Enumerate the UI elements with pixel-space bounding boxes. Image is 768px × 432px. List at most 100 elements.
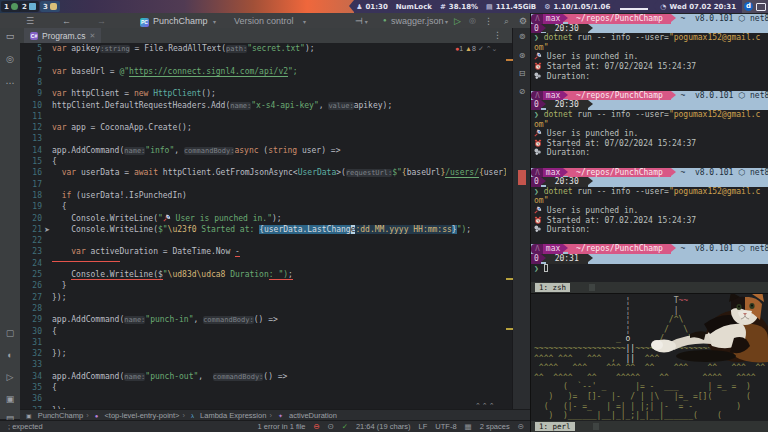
build-tool-icon[interactable]: ▢ bbox=[4, 328, 16, 338]
error-summary[interactable]: 1 error in 1 file bbox=[258, 422, 306, 431]
scroll-mark-warning-1 bbox=[506, 59, 513, 61]
search-icon[interactable]: ⌕ bbox=[504, 16, 509, 27]
code-line-30: 30{ bbox=[20, 326, 506, 337]
ide-status-bar: ; expected 1 error in 1 file ⊖ ʘ ✓ 21:64… bbox=[0, 420, 530, 432]
output-punched-in: User is punched in. bbox=[531, 206, 768, 216]
file-encoding[interactable]: UTF-8 bbox=[435, 422, 456, 431]
commit-tool-icon[interactable]: ◎ bbox=[4, 54, 16, 64]
database-icon[interactable]: ⊟ bbox=[516, 69, 528, 78]
lock-icon[interactable]: ⊝ bbox=[518, 422, 524, 431]
shell-command: ❯ dotnet run -- info --user="pogumax152@… bbox=[531, 33, 768, 43]
zsh-prompt-line2: 0 20:30 bbox=[531, 100, 768, 110]
workspace-1[interactable]: 1 bbox=[1, 1, 21, 12]
checks-ok-icon: ✓ bbox=[342, 422, 348, 431]
rocket-emoji-icon bbox=[534, 206, 542, 214]
run-button[interactable]: ▷ bbox=[454, 16, 461, 26]
editor-icon bbox=[50, 3, 57, 10]
back-icon[interactable]: ← bbox=[62, 16, 71, 26]
ide-toolbar: ☰ ← → PC PunchChamp▾ Version control▾ ⊣▾… bbox=[0, 13, 530, 28]
tab-program-cs[interactable]: C# Program.cs ✕ bbox=[24, 28, 101, 43]
terminal-perl[interactable]: ¦ T~~ ¦ | ¦ /^\ ¦ / \ _ o / \~~~~~~~~~~~… bbox=[531, 294, 768, 421]
problems-tool-icon[interactable]: ◐ bbox=[4, 350, 16, 360]
code-line-16: 16 var userData = await httpClient.GetFr… bbox=[20, 167, 506, 178]
code-line-13: 13 bbox=[20, 133, 506, 144]
code-line-24: 24 bbox=[20, 258, 506, 269]
code-line-18: 18 if (userData!.IsPunchedIn) bbox=[20, 190, 506, 201]
code-line-25: 25 Console.WriteLine($"\ud83d\udca8 Dura… bbox=[20, 269, 506, 280]
tray-display-icon[interactable] bbox=[756, 3, 766, 11]
more-actions-icon[interactable]: ⋮ bbox=[484, 16, 493, 26]
project-selector[interactable]: PunchChamp bbox=[153, 16, 208, 26]
error-underline-line24 bbox=[52, 261, 120, 262]
line-separator[interactable]: LF bbox=[419, 422, 428, 431]
zsh-prompt-line2: 0 20:31 bbox=[531, 254, 768, 264]
code-editor[interactable]: 5var apikey:string = File.ReadAllText(pa… bbox=[20, 43, 506, 409]
settings-gear-icon[interactable]: ⚙ bbox=[519, 16, 527, 26]
code-line-9: 9var httpClient = new HttpClient(); bbox=[20, 88, 506, 99]
breadcrumb-0[interactable]: PunchChamp bbox=[38, 411, 83, 420]
notifications-bell-icon[interactable]: ⊚ bbox=[516, 32, 528, 41]
monitor-icon bbox=[29, 3, 36, 10]
run-config-selector[interactable]: swagger.json bbox=[391, 16, 444, 26]
ascii-art-row-9: ( `--' _ |= - ___ | =_ = ) bbox=[534, 382, 768, 392]
editor-tab-bar: C# Program.cs ✕ ⋮ bbox=[20, 28, 512, 43]
zsh-prompt-line1: Λmax ~/repos/PunchChamp ~ v8.0.101 ⬡ net… bbox=[531, 91, 768, 101]
breadcrumb-3[interactable]: activeDuration bbox=[289, 411, 337, 420]
left-tool-stripe: ▭ ◎ ⋯ ▢ ◐ ▷ ▣ ▤ bbox=[0, 28, 20, 419]
menu-icon[interactable]: ☰ bbox=[26, 16, 34, 26]
code-line-32: 32}); bbox=[20, 348, 506, 359]
system-tray[interactable]: d bbox=[744, 1, 766, 12]
ide-window: ☰ ← → PC PunchChamp▾ Version control▾ ⊣▾… bbox=[0, 13, 530, 432]
readonly-grid-icon[interactable]: ▦ bbox=[465, 422, 472, 431]
debug-button[interactable]: ◎ bbox=[469, 16, 476, 25]
rocket-emoji-icon bbox=[534, 129, 542, 137]
workspace-2[interactable]: 2 bbox=[19, 1, 39, 12]
scroll-mark-warning-2 bbox=[506, 278, 513, 280]
module-111-45gib: ▤111.45GiB bbox=[484, 0, 542, 13]
module-38-18-: #38.18% bbox=[438, 0, 484, 13]
tmux-window-perl[interactable]: 1: perl bbox=[535, 422, 575, 431]
ai-assistant-icon[interactable]: ⊛ bbox=[516, 51, 528, 60]
vcs-selector[interactable]: Version control bbox=[234, 16, 294, 26]
code-line-31: 31 bbox=[20, 337, 506, 348]
project-tool-icon[interactable]: ▭ bbox=[4, 31, 16, 41]
code-line-8: 8 bbox=[20, 77, 506, 88]
breadcrumb-2[interactable]: Lambda Expression bbox=[200, 411, 266, 420]
code-line-17: 17 bbox=[20, 179, 506, 190]
vcs-update-icon[interactable]: ⊣▾ bbox=[355, 16, 368, 26]
breadcrumb-1[interactable]: <top-level-entry-point> bbox=[104, 411, 179, 420]
rocket-emoji-icon bbox=[163, 214, 171, 222]
scroll-mark-warning-3 bbox=[506, 328, 513, 330]
forward-icon[interactable]: → bbox=[97, 16, 106, 26]
output-started-at: Started at: 07/02/2024 15:24:37 bbox=[531, 62, 768, 72]
ascii-art-row-10: ) )= []- |- / | |\ |=_ =[]( ( bbox=[534, 392, 768, 402]
alarm-emoji-icon bbox=[534, 139, 542, 147]
workspace-3[interactable]: 3 bbox=[40, 1, 60, 12]
tmux-window-zsh[interactable]: 1: zsh bbox=[535, 283, 570, 292]
tab-options-icon[interactable]: ⋮ bbox=[493, 30, 502, 40]
code-line-10: 10httpClient.DefaultRequestHeaders.Add(n… bbox=[20, 100, 506, 111]
terminal-zsh[interactable]: Λmax ~/repos/PunchChamp ~ v8.0.101 ⬡ net… bbox=[531, 13, 768, 282]
inspections-widget[interactable]: ●1 ▲8 ✓ ⌃⌄ bbox=[455, 45, 511, 55]
tab-label: Program.cs bbox=[42, 31, 85, 41]
run-tool-icon[interactable]: ▷ bbox=[4, 372, 16, 382]
top-status-bar: 123 ♟01:30NumLock#38.18%▤111.45GiB⚙1.10/… bbox=[0, 0, 768, 13]
code-line-6: 6 bbox=[20, 54, 506, 65]
tray-d-icon[interactable]: d bbox=[744, 2, 753, 11]
breadcrumbs[interactable]: ▣ PunchChamp›● <top-level-entry-point>›λ… bbox=[20, 409, 530, 420]
unit-tests-tool-icon[interactable]: ▣ bbox=[4, 394, 16, 404]
code-line-29: 29app.AddCommand(name:"punch-in", comman… bbox=[20, 314, 506, 325]
analysis-error-icon: ⊖ bbox=[314, 422, 320, 431]
output-duration: Duration: bbox=[531, 148, 768, 158]
zsh-prompt-line2: 0 20:30 bbox=[531, 24, 768, 34]
alarm-emoji-icon bbox=[534, 216, 542, 224]
tab-close-icon[interactable]: ✕ bbox=[89, 32, 95, 40]
warning-count-icon: ▲ bbox=[465, 45, 472, 52]
caret-position[interactable]: 21:64 (19 chars) bbox=[356, 422, 411, 431]
indent-setting[interactable]: 2 spaces bbox=[480, 422, 510, 431]
code-line-26: 26 } bbox=[20, 280, 506, 291]
more-tools-icon[interactable]: ⋯ bbox=[4, 78, 16, 88]
code-line-22: 22 bbox=[20, 235, 506, 246]
scrollbar-error-mark bbox=[518, 170, 526, 185]
security-shield-icon[interactable]: ⊘ bbox=[516, 87, 528, 96]
